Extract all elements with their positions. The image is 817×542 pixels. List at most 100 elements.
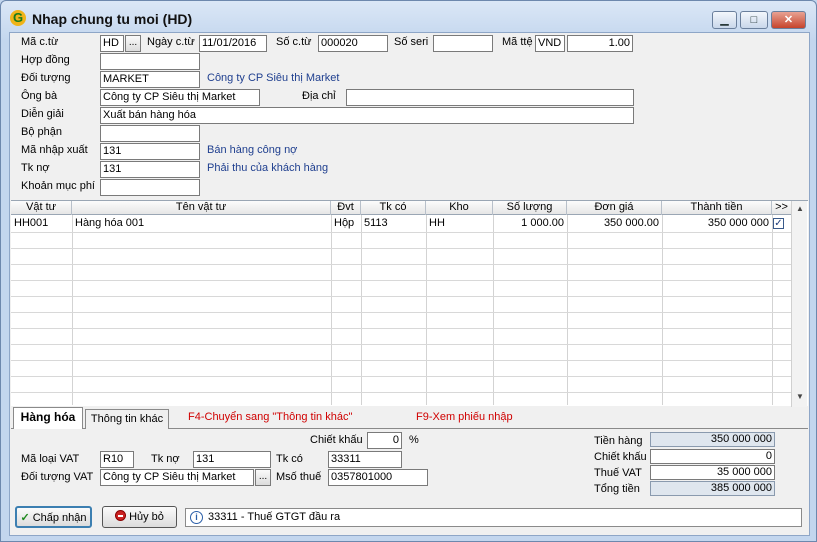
col-so-luong[interactable]: Số lượng — [493, 201, 567, 215]
tk-no-field[interactable]: 131 — [100, 161, 200, 178]
cancel-button-label: Hủy bỏ — [129, 511, 164, 523]
accept-button-label: Chấp nhận — [32, 512, 87, 524]
so-ct-field[interactable]: 000020 — [318, 35, 388, 52]
col-don-gia[interactable]: Đơn giá — [567, 201, 662, 215]
mso-thue-label: Msố thuế — [276, 471, 322, 483]
info-icon: i — [190, 511, 203, 524]
maximize-button[interactable]: □ — [740, 11, 768, 29]
grid-header: Vật tư Tên vật tư Đvt Tk có Kho Số lượng… — [11, 201, 791, 215]
ma-tte-field[interactable]: VND — [535, 35, 565, 52]
tong-tien-label: Tổng tiền — [594, 483, 640, 495]
tk-no-label: Tk nợ — [21, 162, 50, 174]
checkmark-icon: ✓ — [20, 512, 30, 524]
scroll-up-icon[interactable]: ▲ — [792, 201, 808, 217]
tien-hang-label: Tiền hàng — [594, 435, 643, 447]
totals-chiet-khau-label: Chiết khấu — [594, 451, 647, 463]
cell-dvt[interactable]: Hộp — [331, 216, 361, 232]
ngay-ct-label: Ngày c.từ — [147, 36, 195, 48]
cell-kho[interactable]: HH — [426, 216, 493, 232]
scroll-down-icon[interactable]: ▼ — [792, 389, 808, 405]
doi-tuong-desc: Công ty CP Siêu thị Market — [207, 72, 340, 84]
khoan-muc-phi-field[interactable] — [100, 179, 200, 196]
percent-sign: % — [409, 434, 419, 446]
col-tk-co[interactable]: Tk có — [361, 201, 426, 215]
so-ct-label: Số c.từ — [276, 36, 312, 48]
form-body: Mã c.từ HD ... Ngày c.từ 11/01/2016 Số c… — [9, 32, 810, 536]
cell-don-gia[interactable]: 350 000.00 — [567, 216, 662, 232]
ong-ba-label: Ông bà — [21, 90, 58, 102]
dien-giai-label: Diễn giải — [21, 108, 64, 120]
col-more-button[interactable]: >> — [772, 201, 791, 215]
tong-tien-field: 385 000 000 — [650, 481, 775, 496]
footer-tk-no-field[interactable]: 131 — [193, 451, 271, 468]
doi-tuong-vat-label: Đối tượng VAT — [21, 471, 94, 483]
window: G Nhap chung tu moi (HD) ▁ □ ✕ Mã c.từ H… — [0, 0, 817, 542]
status-text: 33311 - Thuế GTGT đầu ra — [208, 511, 341, 523]
khoan-muc-phi-label: Khoản mục phí — [21, 180, 95, 192]
chiet-khau-pct-label: Chiết khấu — [310, 434, 363, 446]
footer-tk-co-field[interactable]: 33311 — [328, 451, 402, 468]
ma-ct-browse-button[interactable]: ... — [125, 35, 141, 52]
status-bar: i 33311 - Thuế GTGT đầu ra — [185, 508, 802, 527]
grid-scrollbar[interactable]: ▲ ▼ — [791, 201, 807, 407]
chiet-khau-pct-field[interactable]: 0 — [367, 432, 402, 449]
col-thanh-tien[interactable]: Thành tiền — [662, 201, 772, 215]
ma-ct-field[interactable]: HD — [100, 35, 124, 52]
cell-tk-co[interactable]: 5113 — [361, 216, 426, 232]
ma-nhap-xuat-desc: Bán hàng công nợ — [207, 144, 298, 156]
cancel-button[interactable]: Hủy bỏ — [102, 506, 177, 528]
hop-dong-field[interactable] — [100, 53, 200, 70]
ma-tte-label: Mã ttệ — [502, 36, 533, 48]
col-ten-vat-tu[interactable]: Tên vật tư — [72, 201, 331, 215]
table-row[interactable]: HH001 Hàng hóa 001 Hộp 5113 HH 1 000.00 … — [11, 216, 791, 232]
col-vat-tu[interactable]: Vật tư — [11, 201, 72, 215]
bo-phan-label: Bộ phận — [21, 126, 62, 138]
doi-tuong-field[interactable]: MARKET — [100, 71, 200, 88]
ma-ct-label: Mã c.từ — [21, 36, 59, 48]
ngay-ct-field[interactable]: 11/01/2016 — [199, 35, 267, 52]
ma-loai-vat-field[interactable]: R10 — [100, 451, 134, 468]
detail-grid[interactable]: Vật tư Tên vật tư Đvt Tk có Kho Số lượng… — [11, 200, 808, 407]
app-logo-icon: G — [10, 10, 26, 26]
hint-f9: F9-Xem phiếu nhập — [416, 411, 513, 423]
footer-tk-no-label: Tk nợ — [151, 453, 180, 465]
hint-f4: F4-Chuyển sang "Thông tin khác" — [188, 411, 353, 423]
tab-hang-hoa[interactable]: Hàng hóa — [13, 407, 83, 429]
so-seri-field[interactable] — [433, 35, 493, 52]
cell-vat-tu[interactable]: HH001 — [11, 216, 72, 232]
ong-ba-field[interactable]: Công ty CP Siêu thị Market — [100, 89, 260, 106]
close-button[interactable]: ✕ — [771, 11, 806, 29]
tk-no-desc: Phải thu của khách hàng — [207, 162, 329, 174]
doi-tuong-label: Đối tượng — [21, 72, 71, 84]
cell-so-luong[interactable]: 1 000.00 — [493, 216, 567, 232]
doi-tuong-vat-browse-button[interactable]: ... — [255, 469, 271, 486]
title-bar: G Nhap chung tu moi (HD) ▁ □ ✕ — [1, 1, 816, 31]
footer-tk-co-label: Tk có — [276, 453, 303, 465]
doi-tuong-vat-field[interactable]: Công ty CP Siêu thị Market — [100, 469, 254, 486]
accept-button[interactable]: ✓ Chấp nhận — [15, 506, 92, 528]
cell-thanh-tien[interactable]: 350 000 000 — [662, 216, 772, 232]
dien-giai-field[interactable]: Xuất bán hàng hóa — [100, 107, 634, 124]
cell-ten-vat-tu[interactable]: Hàng hóa 001 — [72, 216, 331, 232]
dia-chi-label: Địa chỉ — [302, 90, 336, 102]
mso-thue-field[interactable]: 0357801000 — [328, 469, 428, 486]
dia-chi-field[interactable] — [346, 89, 634, 106]
ma-nhap-xuat-label: Mã nhập xuất — [21, 144, 88, 156]
thue-vat-label: Thuế VAT — [594, 467, 642, 479]
row-checkbox[interactable]: ✓ — [773, 218, 784, 229]
tab-thong-tin-khac[interactable]: Thông tin khác — [85, 409, 169, 429]
hop-dong-label: Hợp đồng — [21, 54, 70, 66]
thue-vat-field[interactable]: 35 000 000 — [650, 465, 775, 480]
bo-phan-field[interactable] — [100, 125, 200, 142]
minimize-button[interactable]: ▁ — [712, 11, 737, 29]
window-title: Nhap chung tu moi (HD) — [32, 11, 193, 27]
ty-gia-field[interactable]: 1.00 — [567, 35, 633, 52]
totals-chiet-khau-field[interactable]: 0 — [650, 449, 775, 464]
tien-hang-field: 350 000 000 — [650, 432, 775, 447]
so-seri-label: Số seri — [394, 36, 429, 48]
ma-loai-vat-label: Mã loại VAT — [21, 453, 80, 465]
col-kho[interactable]: Kho — [426, 201, 493, 215]
col-dvt[interactable]: Đvt — [331, 201, 361, 215]
stop-icon — [115, 510, 127, 521]
ma-nhap-xuat-field[interactable]: 131 — [100, 143, 200, 160]
